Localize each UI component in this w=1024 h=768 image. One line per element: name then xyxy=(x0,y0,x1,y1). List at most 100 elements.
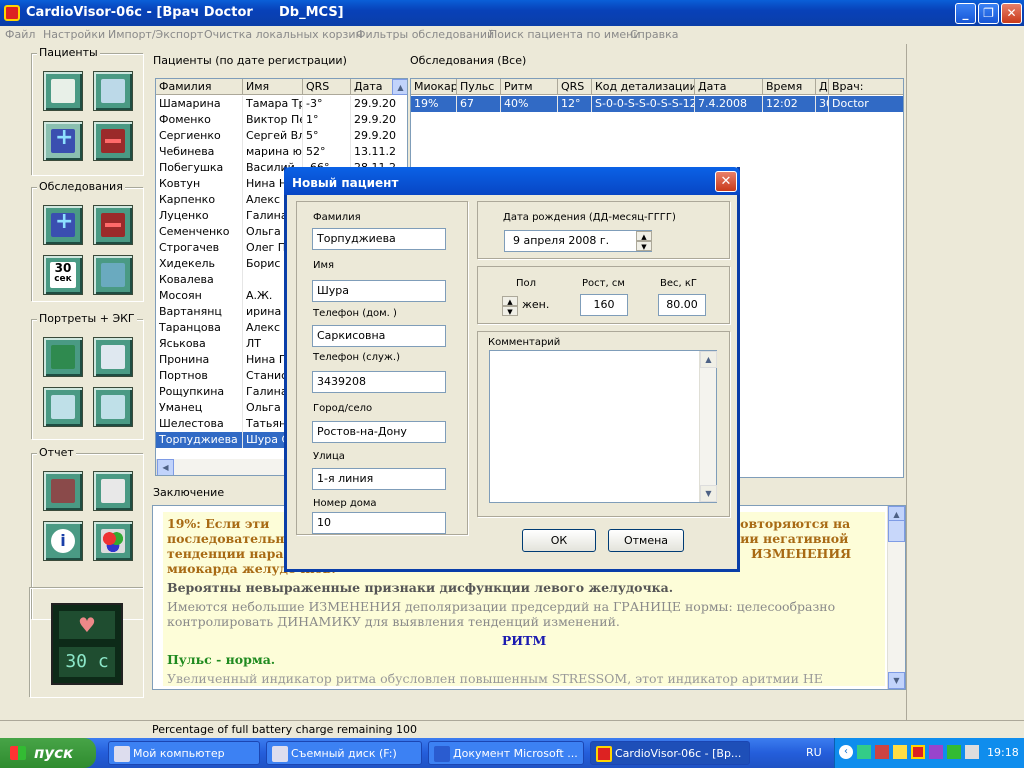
surname-field[interactable]: Торпуджиева xyxy=(312,228,446,250)
add-patient-button[interactable] xyxy=(43,121,83,161)
exam-col-header[interactable]: Пульс xyxy=(457,79,501,95)
menu-settings[interactable]: Настройки xyxy=(43,28,105,41)
patient-cell: Яськова xyxy=(156,336,243,352)
scroll-thumb[interactable] xyxy=(888,520,905,542)
ecg-multi-button[interactable] xyxy=(93,387,133,427)
heart-portrait-button[interactable] xyxy=(43,337,83,377)
name-label: Имя xyxy=(313,260,335,271)
tray-app-icon[interactable] xyxy=(875,745,889,759)
delete-patient-button[interactable] xyxy=(93,121,133,161)
scroll-down-arrow[interactable]: ▼ xyxy=(700,485,717,502)
patient-row[interactable]: Шамарина Тамара Тр -3° 29.9.20 xyxy=(156,96,407,112)
ok-button[interactable]: ОК xyxy=(522,529,596,552)
colors-button[interactable] xyxy=(93,521,133,561)
portrait-view-button[interactable] xyxy=(93,337,133,377)
exam-col-header[interactable]: Код детализации xyxy=(592,79,695,95)
exam-col-header[interactable]: Д xyxy=(816,79,829,95)
app-title-bar[interactable]: CardioVisor-06c - [Врач Doctor Db_MCS] _… xyxy=(0,0,1024,26)
restore-button[interactable]: ❐ xyxy=(978,3,999,24)
ecg-button[interactable] xyxy=(43,387,83,427)
city-label: Город/село xyxy=(313,403,373,414)
dob-spin-down[interactable]: ▼ xyxy=(636,241,652,251)
open-patient-button[interactable] xyxy=(43,71,83,111)
cancel-button[interactable]: Отмена xyxy=(608,529,684,552)
printer-icon xyxy=(101,479,125,503)
delete-exam-button[interactable] xyxy=(93,205,133,245)
edit-patient-button[interactable] xyxy=(93,71,133,111)
task-my-computer[interactable]: Мой компьютер xyxy=(108,741,260,765)
scroll-up-arrow[interactable]: ▲ xyxy=(392,79,407,95)
start-button[interactable]: пуск xyxy=(0,738,96,768)
conclusion-p3a: тенденции нараст xyxy=(167,546,299,561)
tray-cardiovisor-icon[interactable] xyxy=(911,745,925,759)
sex-spin-up[interactable]: ▲ xyxy=(502,296,518,306)
phone-home-field[interactable]: Саркисовна xyxy=(312,325,446,347)
menu-file[interactable]: Файл xyxy=(5,28,35,41)
exam-col-header[interactable]: Врач: xyxy=(829,79,903,95)
street-field[interactable]: 1-я линия xyxy=(312,468,446,490)
col-surname[interactable]: Фамилия xyxy=(156,79,243,95)
print-button[interactable] xyxy=(93,471,133,511)
scroll-up-arrow[interactable]: ▲ xyxy=(700,351,717,368)
conclusion-scrollbar[interactable]: ▲ ▼ xyxy=(887,506,905,689)
height-label: Рост, см xyxy=(582,278,625,289)
tray-network-icon[interactable] xyxy=(893,745,907,759)
patient-cell: Виктор Пе xyxy=(243,112,303,128)
menu-clear-bins[interactable]: Очистка локальных корзин xyxy=(204,28,363,41)
exam-col-header[interactable]: Ритм xyxy=(501,79,558,95)
close-button[interactable]: ✕ xyxy=(1001,3,1022,24)
comment-frame: Комментарий ▲ ▼ xyxy=(477,331,730,517)
comment-field[interactable] xyxy=(489,350,717,503)
comment-scrollbar[interactable]: ▲ ▼ xyxy=(699,351,717,502)
exam-col-header[interactable]: Миокар xyxy=(411,79,457,95)
exam-col-header[interactable]: Время xyxy=(763,79,816,95)
patient-cell: Шелестова xyxy=(156,416,243,432)
exam-cell: 30 xyxy=(816,96,829,112)
conclusion-p9: Увеличенный индикатор ритма обусловлен п… xyxy=(167,671,823,686)
dialog-close-button[interactable]: ✕ xyxy=(715,171,737,192)
task-word-document[interactable]: Документ Microsoft ... xyxy=(428,741,584,765)
tray-volume-icon[interactable] xyxy=(965,745,979,759)
exam-col-header[interactable]: QRS xyxy=(558,79,592,95)
scroll-down-arrow[interactable]: ▼ xyxy=(888,672,905,689)
info-button[interactable]: i xyxy=(43,521,83,561)
task-cardiovisor[interactable]: CardioVisor-06c - [Вр... xyxy=(590,741,750,765)
dob-field[interactable]: 9 апреля 2008 г. xyxy=(504,230,652,252)
weight-field[interactable]: 80.00 xyxy=(658,294,706,316)
menu-import-export[interactable]: Импорт/Экспорт xyxy=(108,28,203,41)
language-indicator[interactable]: RU xyxy=(806,746,822,759)
house-field[interactable]: 10 xyxy=(312,512,446,534)
add-exam-button[interactable] xyxy=(43,205,83,245)
height-field[interactable]: 160 xyxy=(580,294,628,316)
print-report-button[interactable] xyxy=(43,471,83,511)
phone-work-field[interactable]: 3439208 xyxy=(312,371,446,393)
col-qrs[interactable]: QRS xyxy=(303,79,351,95)
patient-row[interactable]: Чебинева марина юр 52° 13.11.2 xyxy=(156,144,407,160)
dob-spin-up[interactable]: ▲ xyxy=(636,231,652,241)
archive-button[interactable] xyxy=(93,255,133,295)
city-field[interactable]: Ростов-на-Дону xyxy=(312,421,446,443)
name-field[interactable]: Шура xyxy=(312,280,446,302)
task-label: Документ Microsoft ... xyxy=(453,747,578,760)
patient-row[interactable]: Сергиенко Сергей Вл 5° 29.9.20 xyxy=(156,128,407,144)
menu-search-patient[interactable]: Поиск пациента по имени xyxy=(489,28,641,41)
heart-monitor-icon xyxy=(51,345,75,369)
heart-timer-value: 30 c xyxy=(59,647,115,677)
menu-help[interactable]: Справка xyxy=(630,28,678,41)
exam-row[interactable]: 19% 67 40% 12° S-0-0-S-S-0-S-S-12 7.4.2008 12:… xyxy=(411,96,903,112)
task-removable-disk[interactable]: Съемный диск (F:) xyxy=(266,741,422,765)
tray-app-icon[interactable] xyxy=(857,745,871,759)
minimize-button[interactable]: _ xyxy=(955,3,976,24)
menu-exam-filters[interactable]: Фильтры обследований xyxy=(356,28,494,41)
tray-expand-icon[interactable]: ‹ xyxy=(839,745,853,759)
col-date[interactable]: Дата xyxy=(351,79,393,95)
dialog-title-bar[interactable]: Новый пациент xyxy=(284,167,740,195)
timer-30s-button[interactable]: 30 сек xyxy=(43,255,83,295)
scroll-left-arrow[interactable]: ◀ xyxy=(157,459,174,475)
sex-spin-down[interactable]: ▼ xyxy=(502,306,518,316)
patient-row[interactable]: Фоменко Виктор Пе 1° 29.9.20 xyxy=(156,112,407,128)
col-name[interactable]: Имя xyxy=(243,79,303,95)
tray-app-icon[interactable] xyxy=(929,745,943,759)
tray-app-icon[interactable] xyxy=(947,745,961,759)
exam-col-header[interactable]: Дата xyxy=(695,79,763,95)
